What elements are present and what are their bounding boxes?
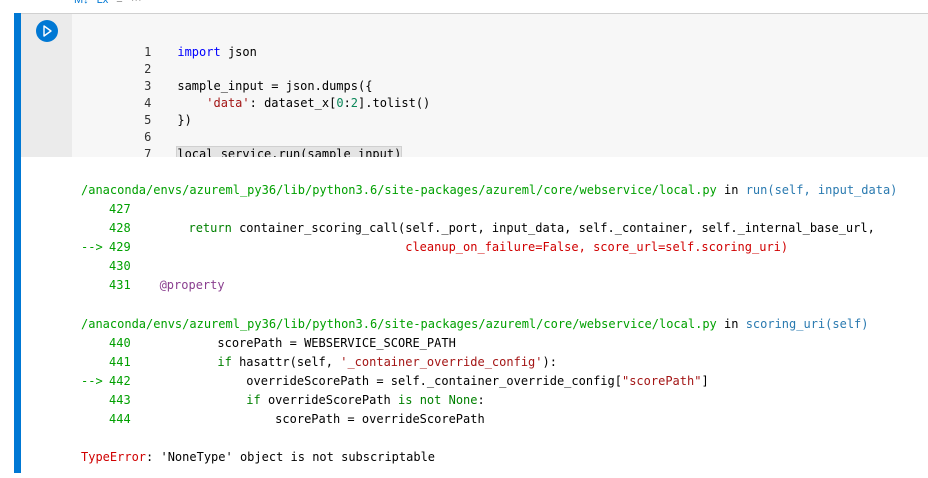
code-text: }) — [177, 113, 192, 127]
traceback-frame-1: /anaconda/envs/azureml_py36/lib/python3.… — [81, 181, 897, 295]
line-number: 4 — [144, 96, 152, 110]
traceback-line-number: 443 — [109, 393, 131, 407]
traceback-line: 430 — [81, 257, 897, 276]
traceback-line: --> 429 cleanup_on_failure=False, score_u… — [81, 240, 789, 254]
traceback-line-number: 428 — [109, 221, 131, 235]
traceback-code: scorePath = WEBSERVICE_SCORE_PATH — [130, 336, 456, 350]
traceback-line-number: 430 — [109, 259, 131, 273]
cell-selection-bar — [14, 13, 21, 473]
file-path: /anaconda/envs/azureml_py36/lib/python3.… — [81, 183, 717, 197]
traceback-line: 428 return container_scoring_call(self._… — [109, 221, 875, 235]
traceback-line-number: 427 — [109, 202, 131, 216]
keyword-import: import — [177, 45, 221, 59]
traceback-header: /anaconda/envs/azureml_py36/lib/python3.… — [81, 315, 869, 334]
line-number: 6 — [144, 130, 152, 144]
markdown-toggle-button[interactable]: M↓ — [74, 0, 89, 7]
error-type: TypeError — [81, 450, 147, 464]
split-cell-button[interactable]: ≡ — [116, 0, 122, 7]
play-icon — [43, 25, 52, 37]
traceback-line: --> 442 overrideScorePath = self._contain… — [81, 374, 709, 388]
cell-toolbar: M↓ Lx ≡ ··· — [74, 0, 142, 7]
traceback-line: 427 — [81, 200, 897, 219]
in-word: in — [724, 317, 739, 331]
function-name: scoring_uri(self) — [745, 317, 869, 331]
traceback-line: 441 if hasattr(self, '_container_overrid… — [109, 355, 557, 369]
code-lines[interactable]: 1 import json 2 3 sample_input = json.dump… — [72, 27, 431, 162]
file-path: /anaconda/envs/azureml_py36/lib/python3.… — [81, 317, 717, 331]
traceback-line-number: 440 — [109, 336, 131, 350]
in-word: in — [724, 183, 739, 197]
traceback-line-number: 442 — [109, 374, 131, 388]
clear-output-button[interactable]: Lx — [97, 0, 109, 7]
traceback-line-number: 431 — [109, 278, 131, 292]
line-number: 5 — [144, 113, 152, 127]
traceback-code: scorePath = overrideScorePath — [130, 412, 485, 426]
code-text: sample_input = json.dumps({ — [177, 79, 373, 93]
traceback-line: 440 scorePath = WEBSERVICE_SCORE_PATH — [81, 334, 869, 353]
traceback-line-number: 444 — [109, 412, 131, 426]
traceback-line-number: 441 — [109, 355, 131, 369]
run-cell-button[interactable] — [36, 20, 58, 42]
traceback-line: 444 scorePath = overrideScorePath — [81, 410, 869, 429]
notebook-cell[interactable]: 1 import json 2 3 sample_input = json.dump… — [0, 13, 928, 473]
traceback-line-number: 429 — [109, 240, 131, 254]
more-actions-button[interactable]: ··· — [131, 0, 142, 7]
code-line: 1 import json — [72, 27, 430, 59]
traceback-code: @property — [130, 278, 225, 292]
line-number: 2 — [144, 62, 152, 76]
traceback-line: 431 @property — [81, 276, 897, 295]
traceback-header: /anaconda/envs/azureml_py36/lib/python3.… — [81, 181, 897, 200]
function-name: run(self, input_data) — [745, 183, 898, 197]
line-number: 1 — [144, 45, 152, 59]
code-text: 'data': dataset_x[0:2].tolist() — [206, 96, 431, 110]
error-message: TypeError: 'NoneType' object is not subs… — [81, 448, 435, 467]
code-text: json — [220, 45, 257, 59]
line-number: 3 — [144, 79, 152, 93]
traceback-frame-2: /anaconda/envs/azureml_py36/lib/python3.… — [81, 315, 869, 429]
traceback-code: cleanup_on_failure=False, score_url=self… — [130, 240, 789, 254]
traceback-line: 443 if overrideScorePath is not None: — [109, 393, 485, 407]
error-text: : 'NoneType' object is not subscriptable — [146, 450, 436, 464]
